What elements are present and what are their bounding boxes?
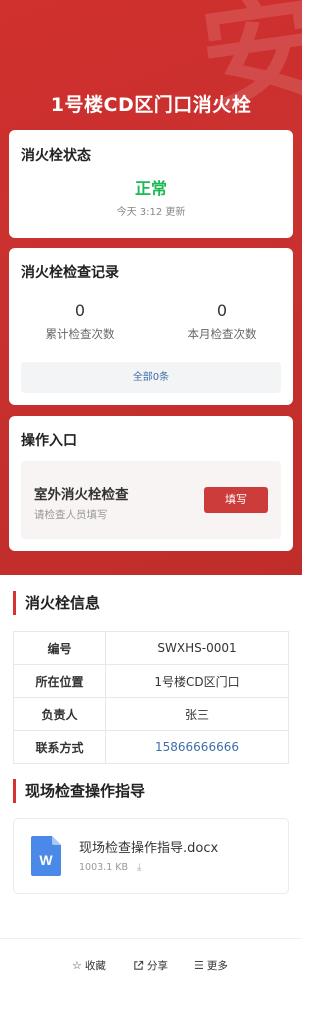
favorite-label: 收藏 <box>84 960 106 972</box>
fill-in-button[interactable]: 填写 <box>204 487 268 513</box>
stat-total-value: 0 <box>74 301 86 320</box>
status-update-time: 今天 3:12 更新 <box>116 207 186 218</box>
bottom-action-bar: ☆ 收藏 分享 ☰ 更多 <box>0 958 302 980</box>
divider <box>0 938 302 939</box>
inspection-records-card: 消火栓检查记录 0 累计检查次数 0 本月检查次数 全部0条 <box>9 248 293 405</box>
file-attachment[interactable]: W 现场检查操作指导.docx 1003.1 KB ⤓ <box>13 818 289 894</box>
table-row: 联系方式 15866666666 <box>13 730 289 764</box>
more-button[interactable]: ☰ 更多 <box>194 958 228 973</box>
svg-text:W: W <box>39 852 53 868</box>
favorite-button[interactable]: ☆ 收藏 <box>72 958 106 973</box>
records-card-title: 消火栓检查记录 <box>21 265 119 281</box>
guide-section-title: 现场检查操作指导 <box>13 779 145 803</box>
table-row: 所在位置 1号楼CD区门口 <box>13 664 289 698</box>
file-size: 1003.1 KB <box>79 862 129 873</box>
all-records-button[interactable]: 全部0条 <box>21 362 281 393</box>
info-key: 编号 <box>13 631 106 665</box>
file-name: 现场检查操作指导.docx <box>79 841 219 856</box>
stat-month: 0 本月检查次数 <box>151 301 293 342</box>
table-row: 负责人 张三 <box>13 697 289 731</box>
file-meta: 1003.1 KB ⤓ <box>79 862 141 873</box>
info-value: 张三 <box>105 697 289 731</box>
info-table: 编号 SWXHS-0001 所在位置 1号楼CD区门口 负责人 张三 联系方式 … <box>13 631 289 764</box>
info-section-title: 消火栓信息 <box>13 591 100 615</box>
operation-item[interactable]: 室外消火栓检查 请检查人员填写 填写 <box>21 461 281 539</box>
share-icon <box>134 960 144 970</box>
more-label: 更多 <box>206 960 228 972</box>
operations-card: 操作入口 室外消火栓检查 请检查人员填写 填写 <box>9 416 293 551</box>
word-doc-icon: W <box>31 836 61 876</box>
star-icon: ☆ <box>72 959 82 972</box>
status-card-title: 消火栓状态 <box>21 148 91 164</box>
operations-card-title: 操作入口 <box>21 433 77 449</box>
status-card: 消火栓状态 正常 今天 3:12 更新 <box>9 130 293 238</box>
phone-link[interactable]: 15866666666 <box>105 730 289 764</box>
stat-total: 0 累计检查次数 <box>9 301 151 342</box>
operation-item-title: 室外消火栓检查 <box>34 487 129 503</box>
info-value: 1号楼CD区门口 <box>105 664 289 698</box>
stat-month-value: 0 <box>216 301 228 320</box>
info-value: SWXHS-0001 <box>105 631 289 665</box>
stat-total-label: 累计检查次数 <box>45 327 115 341</box>
download-icon[interactable]: ⤓ <box>137 862 141 873</box>
operation-item-subtitle: 请检查人员填写 <box>34 509 108 521</box>
table-row: 编号 SWXHS-0001 <box>13 631 289 665</box>
status-value: 正常 <box>134 179 167 198</box>
share-label: 分享 <box>147 960 168 972</box>
info-key: 负责人 <box>13 697 106 731</box>
page-title: 1号楼CD区门口消火栓 <box>50 94 252 116</box>
menu-icon: ☰ <box>194 959 204 972</box>
hero-banner: 安 1号楼CD区门口消火栓 消火栓状态 正常 今天 3:12 更新 消火栓检查记… <box>0 0 302 575</box>
info-key: 所在位置 <box>13 664 106 698</box>
stat-month-label: 本月检查次数 <box>187 327 257 341</box>
info-key: 联系方式 <box>13 730 106 764</box>
share-button[interactable]: 分享 <box>133 958 168 973</box>
